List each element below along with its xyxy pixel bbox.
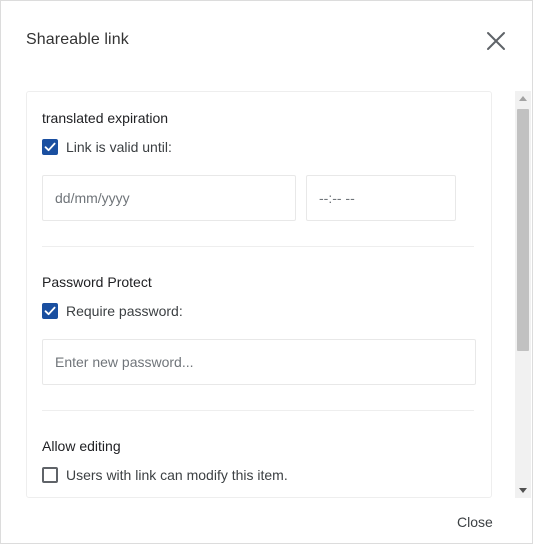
- triangle-down-icon: [519, 488, 527, 493]
- expiration-section-title: translated expiration: [42, 110, 169, 126]
- date-input[interactable]: dd/mm/yyyy: [42, 175, 296, 221]
- section-divider: [42, 410, 474, 411]
- password-checkbox-row[interactable]: Require password:: [42, 302, 183, 320]
- editing-checkbox-label: Users with link can modify this item.: [66, 467, 288, 483]
- vertical-scrollbar[interactable]: [515, 91, 531, 498]
- close-icon-graphic: [487, 32, 505, 50]
- close-button[interactable]: Close: [457, 514, 493, 530]
- scroll-down-arrow-icon[interactable]: [515, 484, 531, 498]
- checkmark-icon: [44, 306, 56, 316]
- scrollbar-thumb[interactable]: [517, 109, 529, 351]
- password-checkbox[interactable]: [42, 303, 58, 319]
- editing-checkbox[interactable]: [42, 467, 58, 483]
- scrollable-content: translated expiration Link is valid unti…: [26, 91, 492, 498]
- password-section-title: Password Protect: [42, 274, 152, 290]
- triangle-up-icon: [519, 96, 527, 101]
- section-divider: [42, 246, 474, 247]
- password-checkbox-label: Require password:: [66, 303, 183, 319]
- expiration-checkbox[interactable]: [42, 139, 58, 155]
- password-input[interactable]: Enter new password...: [42, 339, 476, 385]
- editing-section-title: Allow editing: [42, 438, 121, 454]
- expiration-checkbox-row[interactable]: Link is valid until:: [42, 138, 172, 156]
- scroll-up-arrow-icon[interactable]: [515, 91, 531, 105]
- dialog-title: Shareable link: [26, 31, 129, 48]
- time-input[interactable]: --:-- --: [306, 175, 456, 221]
- close-icon[interactable]: [485, 30, 507, 52]
- expiration-checkbox-label: Link is valid until:: [66, 139, 172, 155]
- checkmark-icon: [44, 142, 56, 152]
- shareable-link-dialog: Shareable link translated expiration Lin…: [0, 0, 533, 544]
- editing-checkbox-row[interactable]: Users with link can modify this item.: [42, 466, 288, 484]
